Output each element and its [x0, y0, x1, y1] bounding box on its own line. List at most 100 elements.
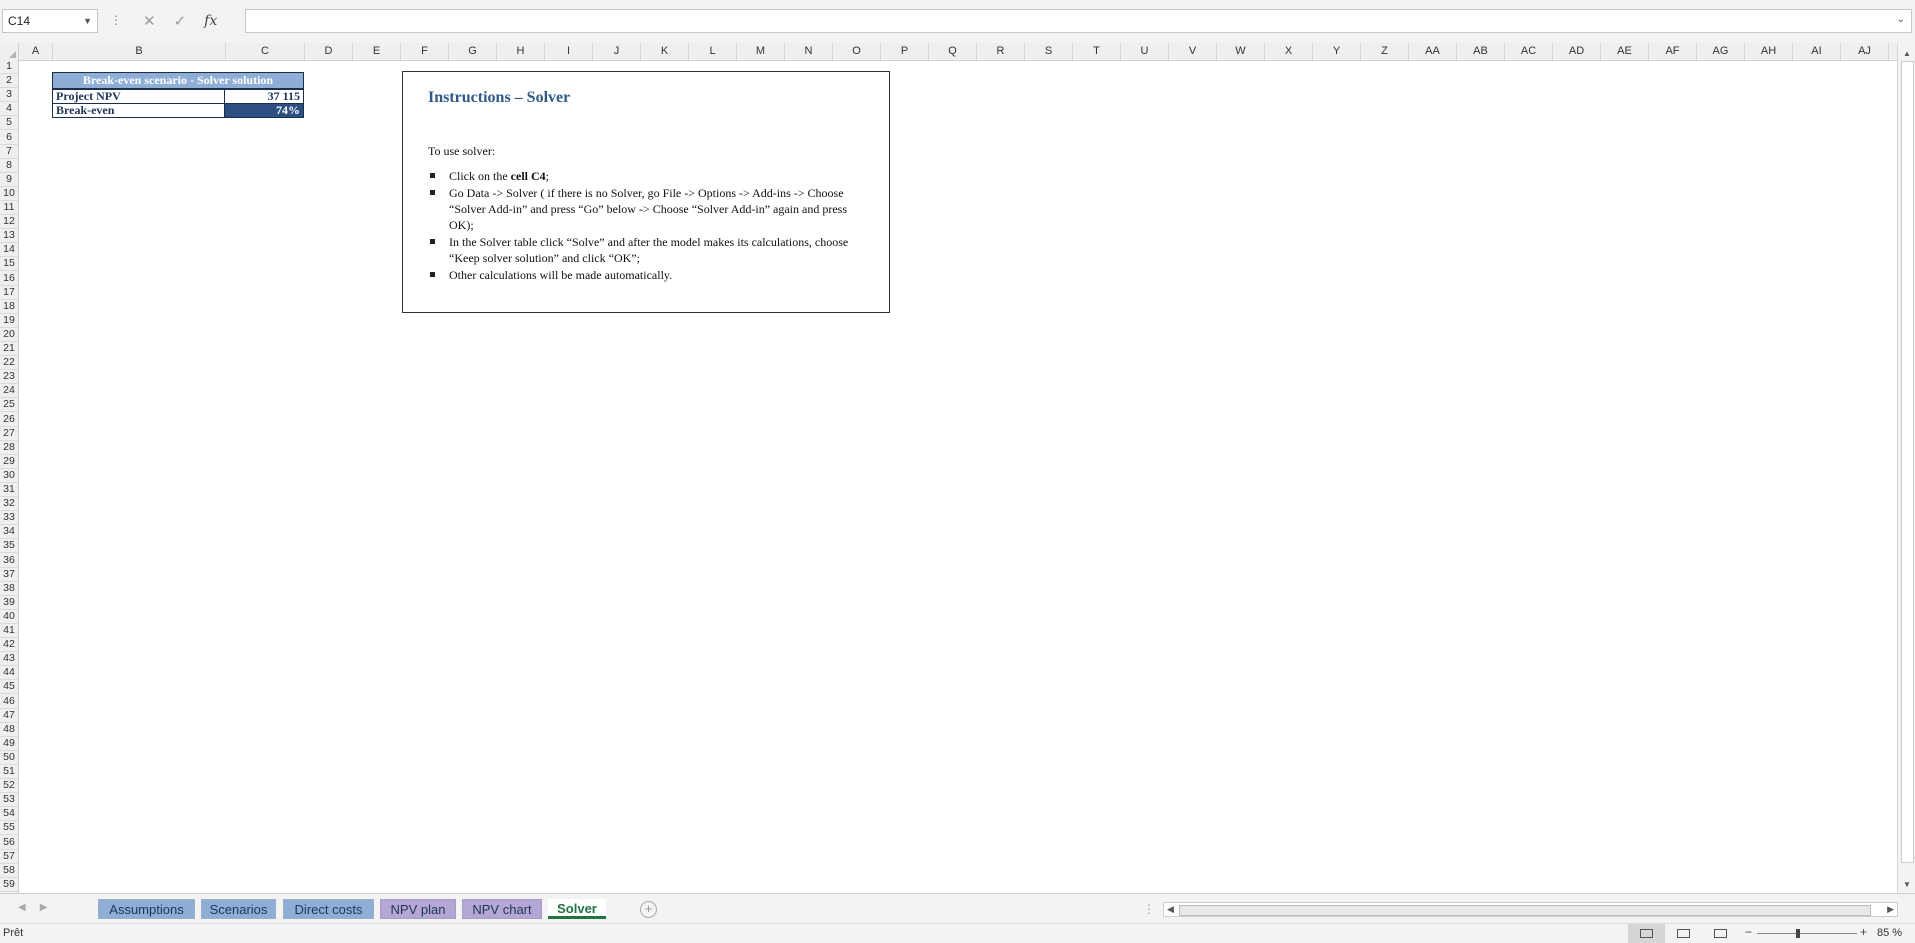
- row-header-11[interactable]: 11: [0, 201, 18, 216]
- zoom-in-icon[interactable]: +: [1860, 925, 1867, 939]
- row-header-3[interactable]: 3: [0, 88, 18, 103]
- chevron-down-icon[interactable]: ▼: [83, 10, 92, 32]
- row-header-15[interactable]: 15: [0, 257, 18, 272]
- row-header-56[interactable]: 56: [0, 836, 18, 850]
- column-header-y[interactable]: Y: [1313, 43, 1361, 60]
- select-all-corner[interactable]: [0, 43, 19, 60]
- row-header-7[interactable]: 7: [0, 145, 18, 159]
- column-header-b[interactable]: B: [53, 43, 226, 60]
- column-header-q[interactable]: Q: [929, 43, 977, 60]
- row-header-9[interactable]: 9: [0, 173, 18, 187]
- row-header-46[interactable]: 46: [0, 695, 18, 709]
- next-sheet-icon[interactable]: ▶: [40, 902, 62, 913]
- horizontal-scrollbar[interactable]: ◀ ▶: [1163, 902, 1898, 917]
- column-header-ah[interactable]: AH: [1745, 43, 1793, 60]
- row-header-38[interactable]: 38: [0, 582, 18, 596]
- row-header-20[interactable]: 20: [0, 328, 18, 342]
- project-npv-label-cell[interactable]: Project NPV: [52, 89, 225, 104]
- row-header-2[interactable]: 2: [0, 74, 18, 89]
- scroll-down-icon[interactable]: ▼: [1903, 880, 1911, 889]
- column-header-ae[interactable]: AE: [1601, 43, 1649, 60]
- row-header-14[interactable]: 14: [0, 243, 18, 258]
- row-header-53[interactable]: 53: [0, 793, 18, 808]
- row-header-26[interactable]: 26: [0, 413, 18, 427]
- column-header-t[interactable]: T: [1073, 43, 1121, 60]
- row-header-27[interactable]: 27: [0, 427, 18, 441]
- row-header-1[interactable]: 1: [0, 60, 18, 75]
- row-header-35[interactable]: 35: [0, 539, 18, 554]
- column-header-a[interactable]: A: [19, 43, 53, 60]
- row-header-16[interactable]: 16: [0, 272, 18, 286]
- column-header-f[interactable]: F: [401, 43, 449, 60]
- column-header-ad[interactable]: AD: [1553, 43, 1601, 60]
- column-header-w[interactable]: W: [1217, 43, 1265, 60]
- row-header-52[interactable]: 52: [0, 779, 18, 794]
- cancel-icon[interactable]: ✕: [143, 12, 156, 30]
- row-header-29[interactable]: 29: [0, 455, 18, 469]
- row-header-21[interactable]: 21: [0, 342, 18, 357]
- normal-view-button[interactable]: [1628, 924, 1665, 943]
- row-header-32[interactable]: 32: [0, 497, 18, 512]
- row-header-18[interactable]: 18: [0, 300, 18, 314]
- row-header-49[interactable]: 49: [0, 737, 18, 751]
- row-header-6[interactable]: 6: [0, 131, 18, 145]
- row-header-59[interactable]: 59: [0, 878, 18, 892]
- column-header-i[interactable]: I: [545, 43, 593, 60]
- row-header-50[interactable]: 50: [0, 751, 18, 765]
- column-header-j[interactable]: J: [593, 43, 641, 60]
- row-header-44[interactable]: 44: [0, 666, 18, 681]
- row-header-41[interactable]: 41: [0, 624, 18, 639]
- enter-icon[interactable]: ✓: [174, 12, 187, 30]
- column-header-u[interactable]: U: [1121, 43, 1169, 60]
- column-header-ac[interactable]: AC: [1505, 43, 1553, 60]
- zoom-out-icon[interactable]: −: [1745, 925, 1752, 939]
- column-header-m[interactable]: M: [737, 43, 785, 60]
- column-header-r[interactable]: R: [977, 43, 1025, 60]
- row-header-31[interactable]: 31: [0, 483, 18, 498]
- row-header-51[interactable]: 51: [0, 765, 18, 780]
- row-header-34[interactable]: 34: [0, 525, 18, 540]
- row-header-48[interactable]: 48: [0, 723, 18, 737]
- expand-formula-icon[interactable]: ⌄: [1897, 14, 1905, 25]
- column-header-ag[interactable]: AG: [1697, 43, 1745, 60]
- column-header-h[interactable]: H: [497, 43, 545, 60]
- column-header-x[interactable]: X: [1265, 43, 1313, 60]
- breakeven-label-cell[interactable]: Break-even: [52, 103, 225, 118]
- breakeven-value-cell[interactable]: 74%: [224, 103, 304, 118]
- tab-solver[interactable]: Solver: [548, 899, 606, 919]
- project-npv-value-cell[interactable]: 37 115: [224, 89, 304, 104]
- column-header-v[interactable]: V: [1169, 43, 1217, 60]
- row-header-39[interactable]: 39: [0, 596, 18, 610]
- tab-direct-costs[interactable]: Direct costs: [283, 899, 374, 919]
- horizontal-scroll-thumb[interactable]: [1179, 905, 1871, 916]
- column-header-s[interactable]: S: [1025, 43, 1073, 60]
- zoom-slider-thumb[interactable]: [1796, 929, 1800, 938]
- row-header-47[interactable]: 47: [0, 709, 18, 723]
- row-header-43[interactable]: 43: [0, 652, 18, 667]
- column-header-d[interactable]: D: [305, 43, 353, 60]
- page-break-view-button[interactable]: [1702, 924, 1739, 943]
- formula-input[interactable]: ⌄: [245, 9, 1912, 33]
- row-header-30[interactable]: 30: [0, 469, 18, 483]
- row-header-33[interactable]: 33: [0, 511, 18, 526]
- column-header-z[interactable]: Z: [1361, 43, 1409, 60]
- row-header-10[interactable]: 10: [0, 187, 18, 201]
- scroll-up-icon[interactable]: ▲: [1903, 49, 1911, 58]
- scroll-right-icon[interactable]: ▶: [1887, 904, 1894, 915]
- row-header-4[interactable]: 4: [0, 102, 18, 117]
- row-header-57[interactable]: 57: [0, 850, 18, 864]
- instructions-textbox[interactable]: Instructions – Solver To use solver: Cli…: [402, 71, 890, 313]
- row-header-19[interactable]: 19: [0, 314, 18, 328]
- page-layout-view-button[interactable]: [1665, 924, 1702, 943]
- row-header-12[interactable]: 12: [0, 215, 18, 230]
- row-header-37[interactable]: 37: [0, 568, 18, 582]
- row-header-40[interactable]: 40: [0, 610, 18, 624]
- tab-npv-plan[interactable]: NPV plan: [380, 899, 456, 919]
- vertical-scrollbar[interactable]: ▲ ▼: [1897, 43, 1915, 893]
- tab-npv-chart[interactable]: NPV chart: [462, 899, 542, 919]
- row-header-17[interactable]: 17: [0, 286, 18, 300]
- row-header-13[interactable]: 13: [0, 229, 18, 244]
- row-header-8[interactable]: 8: [0, 159, 18, 173]
- column-header-e[interactable]: E: [353, 43, 401, 60]
- column-header-o[interactable]: O: [833, 43, 881, 60]
